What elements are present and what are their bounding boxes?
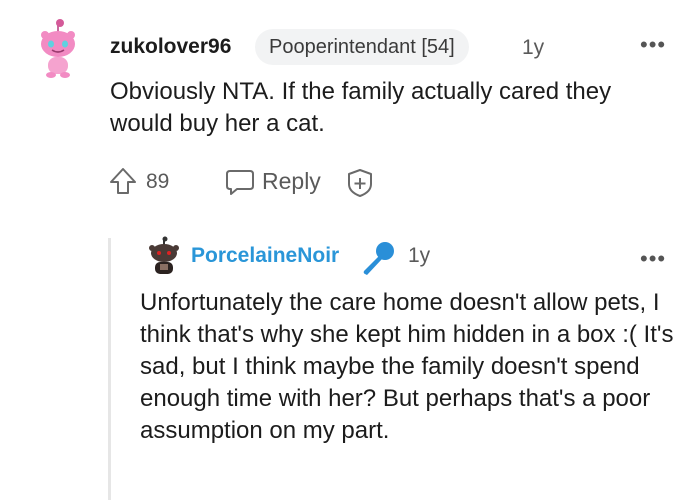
user-avatar-icon[interactable] [36, 18, 80, 80]
reply-age: 1y [408, 244, 431, 267]
user-flair: Pooperintendant [54] [255, 29, 469, 65]
more-options-icon[interactable]: ••• [640, 248, 666, 270]
vote-count: 89 [146, 170, 170, 193]
comment-username[interactable]: zukolover96 [110, 35, 231, 59]
reply-button[interactable]: Reply [262, 168, 321, 195]
comment-body: Obviously NTA. If the family actually ca… [110, 78, 612, 137]
microphone-icon [358, 238, 398, 278]
dark-avatar-icon[interactable] [144, 236, 184, 276]
reply-body: Unfortunately the care home doesn't allo… [140, 289, 674, 444]
reply-username[interactable]: PorcelaineNoir [191, 244, 339, 268]
add-award-icon[interactable] [344, 167, 376, 199]
thread-line[interactable] [108, 238, 111, 500]
more-options-icon[interactable]: ••• [640, 34, 666, 56]
upvote-arrow-icon[interactable] [108, 166, 138, 196]
reply-bubble-icon[interactable] [224, 167, 256, 197]
comment-age: 1y [522, 36, 545, 59]
